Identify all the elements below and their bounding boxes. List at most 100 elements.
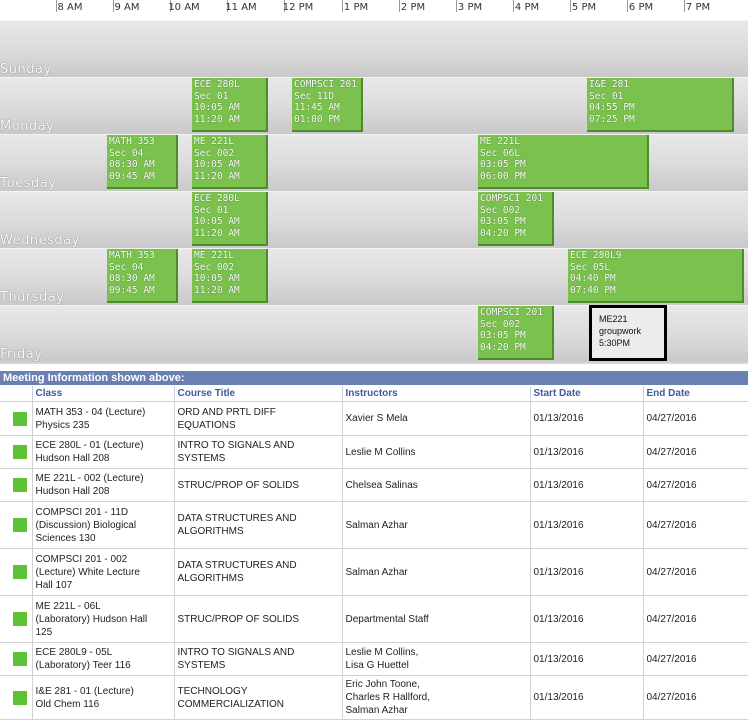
- event-text: MATH 353: [109, 136, 155, 147]
- end-date-cell: 04/27/2016: [643, 548, 748, 596]
- event-text: ME 221L: [194, 136, 235, 147]
- swatch-cell: [0, 595, 33, 643]
- class-cell: MATH 353 - 04 (Lecture) Physics 235: [32, 401, 175, 436]
- class-cell: ME 221L - 06L (Laboratory) Hudson Hall 125: [32, 595, 175, 643]
- instructors-cell: Chelsea Salinas: [342, 468, 531, 502]
- event-text: Sec 06L: [480, 147, 521, 159]
- instructors-cell: Salman Azhar: [342, 501, 531, 549]
- class-event-block[interactable]: ME 221L Sec 002 10:05 AM 11:20 AM: [192, 249, 268, 303]
- course-title-cell: DATA STRUCTURES AND ALGORITHMS: [174, 501, 343, 549]
- end-date-cell: 04/27/2016: [643, 435, 748, 469]
- class-event-block[interactable]: COMPSCI 201 Sec 11D 11:45 AM 01:00 PM: [292, 78, 363, 132]
- class-event-block[interactable]: MATH 353 Sec 04 08:30 AM 09:45 AM: [107, 249, 178, 303]
- event-text: 11:20 AM: [194, 227, 240, 239]
- class-event-block[interactable]: ECE 280L Sec 01 10:05 AM 11:20 AM: [192, 192, 268, 246]
- color-swatch: [13, 565, 27, 579]
- hour-label: 8 AM: [57, 2, 83, 13]
- table-row: ME 221L - 002 (Lecture) Hudson Hall 208 ST…: [0, 468, 748, 502]
- event-text: ECE 280L9: [570, 250, 622, 261]
- class-cell: I&E 281 - 01 (Lecture) Old Chem 116: [32, 675, 175, 720]
- hour-label: 3 PM: [457, 2, 483, 13]
- event-text: 10:05 AM: [194, 159, 240, 170]
- class-event-block[interactable]: MATH 353 Sec 04 08:30 AM 09:45 AM: [107, 135, 178, 189]
- hour-label: 2 PM: [400, 2, 426, 13]
- instructors-cell: Departmental Staff: [342, 595, 531, 643]
- start-date-cell: 01/13/2016: [530, 642, 644, 676]
- course-title-cell: INTRO TO SIGNALS AND SYSTEMS: [174, 642, 343, 676]
- event-text: COMPSCI 201: [294, 79, 357, 90]
- event-text: 03:05 PM: [480, 330, 526, 341]
- note-text: ME221: [599, 314, 628, 324]
- event-text: Sec 01: [194, 90, 229, 102]
- class-event-block[interactable]: ME 221L Sec 06L 03:05 PM 06:00 PM: [478, 135, 649, 189]
- day-row-wednesday: [0, 191, 748, 248]
- start-date-cell: 01/13/2016: [530, 548, 644, 596]
- swatch-cell: [0, 642, 33, 676]
- class-event-block[interactable]: I&E 281 Sec 01 04:55 PM 07:25 PM: [587, 78, 734, 132]
- event-text: 09:45 AM: [109, 170, 155, 182]
- class-event-block[interactable]: COMPSCI 201 Sec 002 03:05 PM 04:20 PM: [478, 192, 554, 246]
- instructors-cell: Xavier S Mela: [342, 401, 531, 436]
- hour-label: 7 PM: [685, 2, 711, 13]
- end-date-cell: 04/27/2016: [643, 675, 748, 720]
- class-event-block[interactable]: ECE 280L9 Sec 05L 04:40 PM 07:40 PM: [568, 249, 744, 303]
- event-text: 04:55 PM: [589, 102, 635, 113]
- meeting-table: Class Course Title Instructors Start Date En…: [0, 386, 748, 720]
- end-date-cell: 04/27/2016: [643, 642, 748, 676]
- hour-label: 4 PM: [514, 2, 540, 13]
- hour-tick: [513, 0, 514, 12]
- color-swatch: [13, 445, 27, 459]
- class-cell: ECE 280L9 - 05L (Laboratory) Teer 116: [32, 642, 175, 676]
- event-text: 06:00 PM: [480, 170, 526, 182]
- end-date-cell: 04/27/2016: [643, 501, 748, 549]
- swatch-cell: [0, 468, 33, 502]
- hour-label: 9 AM: [114, 2, 140, 13]
- meeting-info-header: Meeting Information shown above:: [0, 371, 748, 385]
- instructors-cell: Salman Azhar: [342, 548, 531, 596]
- hour-label: 10 AM: [168, 2, 200, 13]
- hour-tick: [456, 0, 457, 12]
- end-date-cell: 04/27/2016: [643, 401, 748, 436]
- color-swatch: [13, 652, 27, 666]
- swatch-cell: [0, 675, 33, 720]
- course-title-cell: INTRO TO SIGNALS AND SYSTEMS: [174, 435, 343, 469]
- event-text: 03:05 PM: [480, 159, 526, 170]
- event-text: Sec 01: [589, 90, 624, 102]
- event-text: 03:05 PM: [480, 216, 526, 227]
- color-swatch: [13, 612, 27, 626]
- hour-label: 5 PM: [571, 2, 597, 13]
- swatch-cell: [0, 501, 33, 549]
- note-text: groupwork: [599, 326, 642, 336]
- hour-label: 11 AM: [225, 2, 257, 13]
- hour-tick: [627, 0, 628, 12]
- hour-tick: [684, 0, 685, 12]
- color-swatch: [13, 518, 27, 532]
- table-row: I&E 281 - 01 (Lecture) Old Chem 116 TECHNO…: [0, 675, 748, 720]
- class-cell: ECE 280L - 01 (Lecture) Hudson Hall 208: [32, 435, 175, 469]
- table-row: MATH 353 - 04 (Lecture) Physics 235 ORD AN…: [0, 401, 748, 436]
- class-event-block[interactable]: COMPSCI 201 Sec 002 03:05 PM 04:20 PM: [478, 306, 554, 360]
- swatch-cell: [0, 548, 33, 596]
- class-event-block[interactable]: ECE 280L Sec 01 10:05 AM 11:20 AM: [192, 78, 268, 132]
- instructors-cell: Leslie M Collins, Lisa G Huettel: [342, 642, 531, 676]
- day-label: Wednesday: [0, 233, 80, 248]
- event-text: 04:40 PM: [570, 273, 616, 284]
- column-header: Instructors: [342, 386, 531, 402]
- event-text: 10:05 AM: [194, 102, 240, 113]
- table-header-row: Class Course Title Instructors Start Date En…: [0, 386, 748, 402]
- event-text: ECE 280L: [194, 193, 240, 204]
- end-date-cell: 04/27/2016: [643, 595, 748, 643]
- start-date-cell: 01/13/2016: [530, 675, 644, 720]
- day-label: Thursday: [0, 290, 65, 305]
- groupwork-note: ME221 groupwork 5:30PM: [589, 305, 667, 361]
- hour-label: 1 PM: [343, 2, 369, 13]
- class-event-block[interactable]: ME 221L Sec 002 10:05 AM 11:20 AM: [192, 135, 268, 189]
- color-swatch: [13, 411, 27, 426]
- class-cell: COMPSCI 201 - 002 (Lecture) White Lecture…: [32, 548, 175, 596]
- event-text: 11:45 AM: [294, 102, 340, 113]
- event-text: 11:20 AM: [194, 170, 240, 182]
- event-text: 04:20 PM: [480, 341, 526, 353]
- swatch-cell: [0, 401, 33, 436]
- event-text: Sec 04: [109, 147, 144, 159]
- course-title-cell: STRUC/PROP OF SOLIDS: [174, 595, 343, 643]
